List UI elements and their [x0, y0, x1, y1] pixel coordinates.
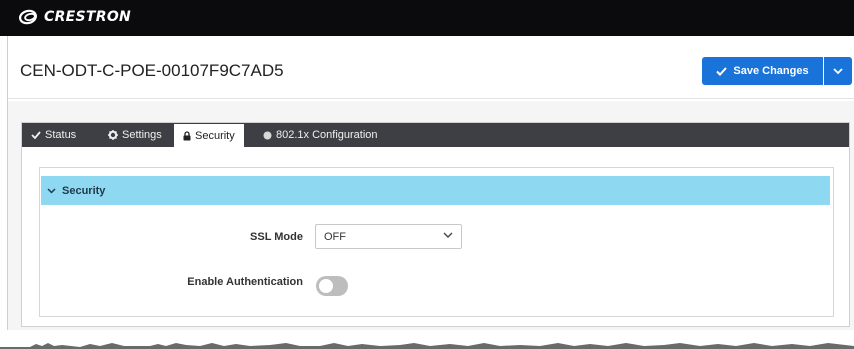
ssl-mode-label: SSL Mode: [250, 231, 303, 243]
settings-panel: Status Settings Security 802.1x Configur…: [21, 122, 850, 327]
security-section-header[interactable]: Security: [41, 176, 830, 205]
save-options-dropdown[interactable]: [824, 57, 852, 85]
tab-status[interactable]: Status: [31, 123, 76, 147]
security-section-title: Security: [62, 184, 106, 197]
crestron-swirl-icon: [19, 9, 37, 25]
tab-bar: Status Settings Security 802.1x Configur…: [22, 123, 849, 147]
save-button-group: Save Changes: [702, 57, 852, 85]
ssl-mode-select[interactable]: OFF: [315, 224, 462, 249]
torn-edge-decoration: [0, 330, 854, 349]
tab-label: Security: [195, 129, 235, 142]
toggle-knob: [319, 279, 333, 293]
ssl-mode-value: OFF: [324, 230, 346, 243]
tab-label: 802.1x Configuration: [276, 129, 378, 141]
enable-authentication-toggle[interactable]: [316, 276, 348, 296]
save-changes-label: Save Changes: [733, 65, 809, 77]
security-section: Security SSL Mode OFF Enable Authenticat…: [39, 167, 834, 317]
chevron-down-icon: [833, 67, 843, 74]
device-title: CEN-ODT-C-POE-00107F9C7AD5: [20, 61, 284, 80]
tab-8021x-configuration[interactable]: 802.1x Configuration: [263, 123, 378, 147]
tab-label: Status: [45, 129, 77, 141]
save-changes-button[interactable]: Save Changes: [702, 57, 823, 85]
tab-security[interactable]: Security: [174, 124, 244, 147]
top-bar: CRESTRON: [0, 0, 854, 36]
tab-settings[interactable]: Settings: [108, 123, 162, 147]
chevron-down-icon: [443, 232, 453, 238]
circle-icon: [263, 131, 272, 139]
chevron-down-icon: [47, 187, 56, 194]
gear-icon: [108, 130, 118, 140]
lock-icon: [183, 130, 191, 140]
device-header: CEN-ODT-C-POE-00107F9C7AD5 Save Changes: [8, 37, 854, 99]
enable-authentication-label: Enable Authentication: [187, 276, 303, 288]
check-icon: [716, 66, 728, 76]
check-icon: [31, 131, 41, 139]
tab-label: Settings: [122, 129, 162, 141]
crestron-logo: CRESTRON: [18, 8, 131, 26]
brand-name: CRESTRON: [44, 9, 132, 25]
